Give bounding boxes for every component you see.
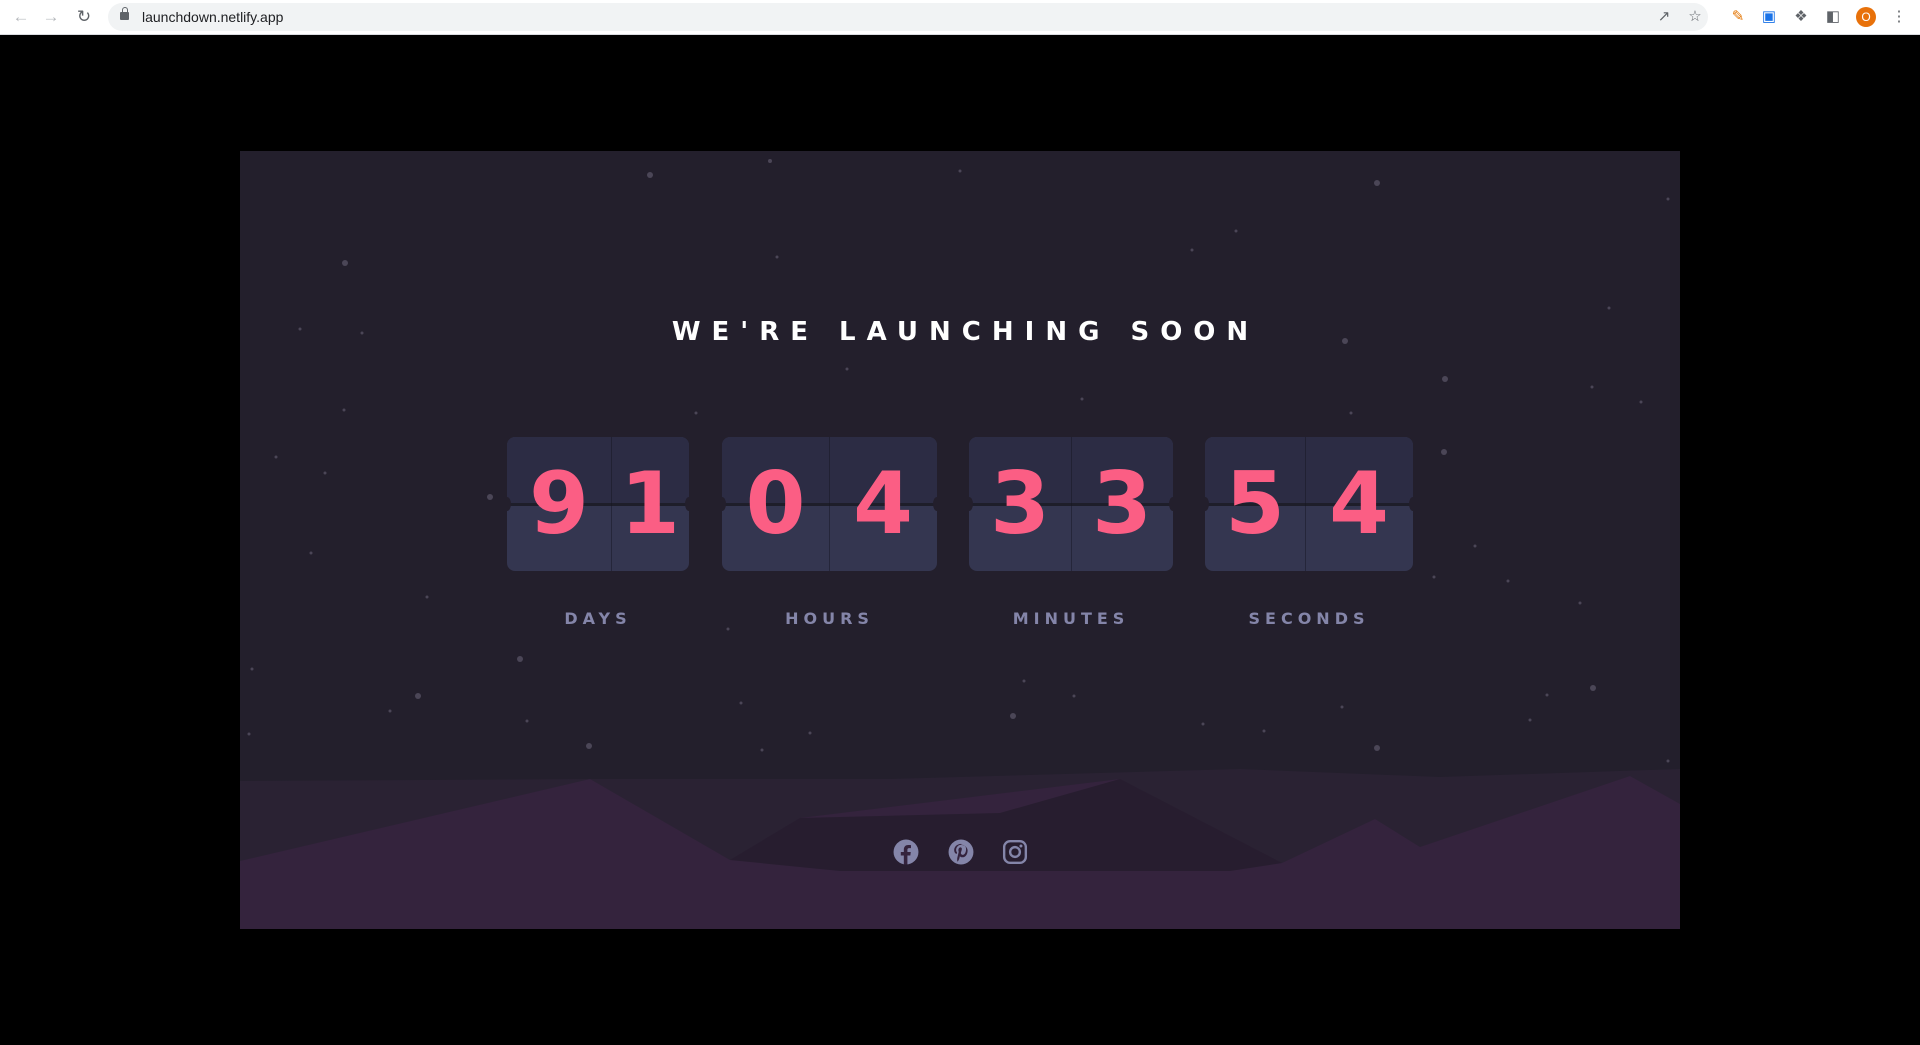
lock-icon[interactable] (120, 7, 129, 20)
hours-digit-1: 0 (745, 454, 806, 554)
hours-digit-2: 4 (853, 454, 913, 554)
countdown-page: WE'RE LAUNCHING SOON 9 1 0 4 3 3 5 4 DAY… (240, 151, 1680, 929)
days-label: DAYS (564, 609, 632, 628)
extension-screenshot-icon[interactable]: ▣ (1758, 6, 1780, 28)
seconds-digit-1: 5 (1225, 454, 1285, 554)
seconds-card: 5 4 (1205, 437, 1413, 571)
days-card: 9 1 (507, 437, 689, 571)
address-bar[interactable]: launchdown.netlify.app ↗ ☆ (108, 3, 1708, 31)
forward-icon[interactable]: → (40, 6, 62, 28)
pinterest-icon[interactable] (948, 839, 974, 865)
url-text[interactable]: launchdown.netlify.app (142, 9, 283, 25)
share-icon[interactable]: ↗ (1654, 7, 1674, 27)
minutes-card: 3 3 (969, 437, 1173, 571)
extensions-puzzle-icon[interactable]: ❖ (1790, 6, 1812, 28)
minutes-label: MINUTES (1012, 609, 1130, 628)
facebook-icon[interactable] (893, 839, 919, 865)
hours-label: HOURS (785, 609, 874, 628)
bookmark-star-icon[interactable]: ☆ (1685, 7, 1705, 27)
minutes-digit-2: 3 (1092, 454, 1152, 554)
profile-avatar[interactable]: O (1856, 7, 1876, 27)
side-panel-icon[interactable]: ◧ (1822, 6, 1844, 28)
reload-icon[interactable]: ↻ (73, 6, 95, 28)
browser-toolbar: ← → ↻ launchdown.netlify.app ↗ ☆ ✎ ▣ ❖ ◧… (0, 0, 1920, 35)
seconds-digit-2: 4 (1329, 454, 1389, 554)
seconds-label: SECONDS (1248, 609, 1370, 628)
hours-card: 0 4 (722, 437, 937, 571)
days-digit-1: 9 (529, 454, 589, 554)
page-title: WE'RE LAUNCHING SOON (671, 317, 1260, 347)
menu-kebab-icon[interactable]: ⋮ (1888, 6, 1910, 28)
hills-background (240, 769, 1680, 929)
back-icon[interactable]: ← (10, 6, 32, 28)
instagram-icon[interactable] (1002, 839, 1028, 865)
page-viewport: WE'RE LAUNCHING SOON 9 1 0 4 3 3 5 4 DAY… (0, 36, 1920, 1045)
extension-pen-icon[interactable]: ✎ (1727, 6, 1749, 28)
minutes-digit-1: 3 (990, 454, 1050, 554)
days-digit-2: 1 (620, 454, 680, 554)
